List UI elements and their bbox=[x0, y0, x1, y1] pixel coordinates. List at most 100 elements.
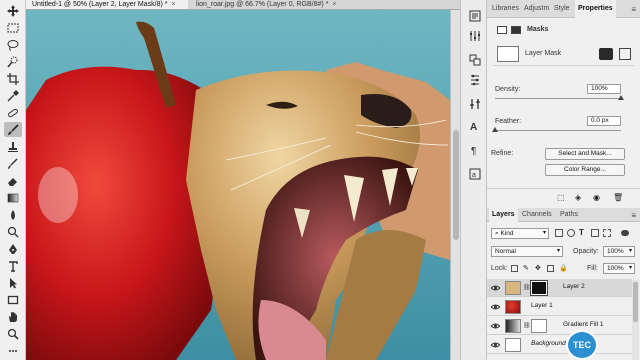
canvas-vertical-scrollbar[interactable] bbox=[450, 10, 460, 360]
properties-footer: ⬚ ◈ ◉ 🗑 bbox=[487, 188, 640, 206]
layer-thumbnail bbox=[505, 338, 521, 352]
adjustments-icon[interactable] bbox=[467, 96, 482, 111]
crop-tool-icon[interactable] bbox=[4, 71, 22, 86]
vector-mask-icon[interactable] bbox=[511, 26, 521, 34]
layer-row-background[interactable]: Background bbox=[487, 336, 632, 354]
lock-artboard-icon[interactable] bbox=[547, 265, 554, 272]
tab-adjustments[interactable]: Adjustm bbox=[521, 0, 552, 18]
brush-settings-icon[interactable] bbox=[467, 72, 482, 87]
paragraph-icon[interactable]: ¶ bbox=[467, 142, 482, 157]
hand-tool-icon[interactable] bbox=[4, 309, 22, 324]
glyphs-icon[interactable]: a bbox=[467, 166, 482, 181]
layer-row-layer-1[interactable]: Layer 1 bbox=[487, 298, 632, 316]
link-icon[interactable]: ⛓ bbox=[523, 284, 531, 291]
zoom-tool-icon[interactable] bbox=[4, 326, 22, 341]
smart-filter-icon[interactable] bbox=[603, 229, 611, 237]
tab-paths[interactable]: Paths bbox=[557, 208, 581, 222]
document-canvas[interactable] bbox=[26, 10, 450, 360]
blur-tool-icon[interactable] bbox=[4, 207, 22, 222]
properties-panel-tabs: Libraries Adjustm Style Properties ≡ bbox=[487, 0, 640, 18]
tab-lion-roar[interactable]: lion_roar.jpg @ 66.7% (Layer 0, RGB/8#) … bbox=[190, 0, 370, 9]
lasso-tool-icon[interactable] bbox=[4, 37, 22, 52]
scrollbar-thumb[interactable] bbox=[453, 130, 459, 240]
layer-mask-thumbnail[interactable] bbox=[531, 319, 547, 333]
pixel-mask-icon[interactable] bbox=[497, 26, 507, 34]
more-tools-icon[interactable] bbox=[4, 343, 22, 358]
type-filter-icon[interactable]: T bbox=[579, 228, 584, 237]
quick-select-tool-icon[interactable] bbox=[4, 54, 22, 69]
healing-brush-tool-icon[interactable] bbox=[4, 105, 22, 120]
fill-field[interactable]: 100% ▾ bbox=[603, 263, 635, 274]
add-vector-mask-icon[interactable] bbox=[619, 48, 631, 60]
delete-icon[interactable]: 🗑 bbox=[613, 193, 623, 202]
layer-mask-thumbnail[interactable] bbox=[530, 280, 548, 296]
close-icon[interactable]: × bbox=[332, 0, 336, 9]
select-and-mask-button[interactable]: Select and Mask... bbox=[545, 148, 625, 160]
move-tool-icon[interactable] bbox=[4, 3, 22, 18]
fill-label: Fill: bbox=[587, 265, 598, 272]
chevron-down-icon: ▾ bbox=[628, 265, 632, 271]
layer-row-layer-2[interactable]: ⛓ Layer 2 bbox=[487, 279, 632, 297]
tab-styles[interactable]: Style bbox=[551, 0, 573, 18]
lock-image-icon[interactable]: ✎ bbox=[523, 264, 529, 272]
layer-name: Gradient Fill 1 bbox=[563, 321, 604, 328]
rectangle-tool-icon[interactable] bbox=[4, 292, 22, 307]
tab-untitled-1[interactable]: Untitled-1 @ 50% (Layer 2, Layer Mask/8)… bbox=[26, 0, 188, 9]
path-selection-tool-icon[interactable] bbox=[4, 275, 22, 290]
density-slider[interactable] bbox=[495, 98, 621, 99]
character-icon[interactable]: A bbox=[467, 118, 482, 133]
filter-toggle-icon[interactable] bbox=[621, 230, 629, 236]
shape-filter-icon[interactable] bbox=[591, 229, 599, 237]
feather-slider[interactable] bbox=[495, 130, 621, 131]
density-field[interactable]: 100% bbox=[587, 84, 621, 94]
feather-slider-knob[interactable] bbox=[492, 127, 498, 132]
panel-menu-icon[interactable]: ≡ bbox=[631, 5, 636, 14]
layer-row-gradient-fill-1[interactable]: ⛓ Gradient Fill 1 bbox=[487, 317, 632, 335]
layers-list: ⛓ Layer 2 Layer 1 ⛓ Gradient Fill 1 Back… bbox=[487, 279, 632, 360]
visibility-icon[interactable]: ◉ bbox=[593, 193, 600, 202]
clone-stamp-tool-icon[interactable] bbox=[4, 139, 22, 154]
layers-scrollbar[interactable] bbox=[632, 280, 639, 360]
pixel-filter-icon[interactable] bbox=[555, 229, 563, 237]
tab-layers[interactable]: Layers bbox=[489, 208, 518, 222]
lock-position-icon[interactable]: ✥ bbox=[535, 264, 541, 272]
libraries-icon[interactable] bbox=[467, 52, 482, 67]
feather-label: Feather: bbox=[495, 118, 522, 125]
select-pixel-mask-icon[interactable] bbox=[599, 48, 613, 60]
brush-tool-icon[interactable] bbox=[4, 122, 22, 137]
opacity-label: Opacity: bbox=[573, 248, 599, 255]
color-range-button[interactable]: Color Range... bbox=[545, 164, 625, 176]
visibility-eye-icon[interactable] bbox=[491, 322, 500, 330]
density-slider-knob[interactable] bbox=[618, 95, 624, 100]
eraser-tool-icon[interactable] bbox=[4, 173, 22, 188]
lock-all-icon[interactable]: 🔒 bbox=[559, 264, 568, 272]
link-icon[interactable]: ⛓ bbox=[523, 322, 531, 329]
type-tool-icon[interactable] bbox=[4, 258, 22, 273]
gradient-tool-icon[interactable] bbox=[4, 190, 22, 205]
blend-mode-select[interactable]: Normal ▾ bbox=[491, 246, 563, 257]
tab-properties[interactable]: Properties bbox=[575, 0, 616, 18]
history-brush-tool-icon[interactable] bbox=[4, 156, 22, 171]
dodge-tool-icon[interactable] bbox=[4, 224, 22, 239]
opacity-field[interactable]: 100% ▾ bbox=[603, 246, 635, 257]
visibility-eye-icon[interactable] bbox=[491, 341, 500, 349]
eyedropper-tool-icon[interactable] bbox=[4, 88, 22, 103]
tab-libraries[interactable]: Libraries bbox=[489, 0, 522, 18]
lock-transparency-icon[interactable] bbox=[511, 265, 518, 272]
adjustment-filter-icon[interactable] bbox=[567, 229, 575, 237]
visibility-eye-icon[interactable] bbox=[491, 284, 500, 292]
load-selection-icon[interactable]: ⬚ bbox=[557, 193, 565, 202]
apply-mask-icon[interactable]: ◈ bbox=[575, 193, 581, 202]
pen-tool-icon[interactable] bbox=[4, 241, 22, 256]
filter-kind-select[interactable]: ⌕ Kind ▾ bbox=[491, 228, 549, 239]
properties-icon[interactable] bbox=[467, 28, 482, 43]
tab-channels[interactable]: Channels bbox=[519, 208, 555, 222]
scrollbar-thumb[interactable] bbox=[633, 282, 638, 322]
close-icon[interactable]: × bbox=[172, 0, 176, 9]
marquee-tool-icon[interactable] bbox=[4, 20, 22, 35]
svg-text:a: a bbox=[472, 172, 476, 179]
layers-menu-icon[interactable]: ≡ bbox=[631, 211, 636, 220]
feather-field[interactable]: 0.0 px bbox=[587, 116, 621, 126]
visibility-eye-icon[interactable] bbox=[491, 303, 500, 311]
history-icon[interactable] bbox=[467, 8, 482, 23]
